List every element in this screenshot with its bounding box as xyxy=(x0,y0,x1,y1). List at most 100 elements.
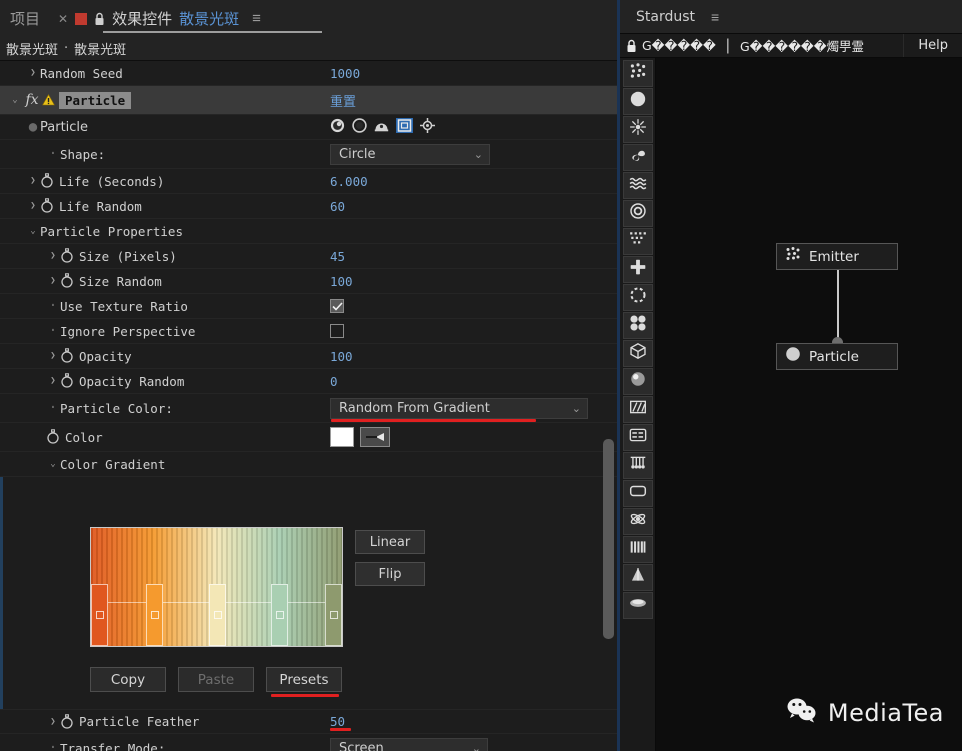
row-particle-color[interactable]: · Particle Color: Random From Gradient ⌄ xyxy=(0,394,620,423)
row-opacity[interactable]: ❯ Opacity 100 xyxy=(0,344,620,369)
target-icon[interactable] xyxy=(420,118,435,136)
value-life-seconds[interactable]: 6.000 xyxy=(330,174,368,189)
particle-type-icons[interactable] xyxy=(330,118,435,136)
disclosure-triangle-right-icon[interactable]: ❯ xyxy=(46,376,60,386)
gradient-stop-handle[interactable] xyxy=(150,611,159,619)
disclosure-triangle-right-icon[interactable]: ❯ xyxy=(46,351,60,361)
value-life-random[interactable]: 60 xyxy=(330,199,345,214)
toolbar-button-panel[interactable] xyxy=(622,424,653,451)
stopwatch-icon[interactable] xyxy=(40,198,56,214)
disclosure-triangle-down-icon[interactable]: ⌄ xyxy=(46,459,60,469)
effect-name-box[interactable]: Particle xyxy=(59,91,132,109)
value-size-random[interactable]: 100 xyxy=(330,274,353,289)
help-button[interactable]: Help xyxy=(903,34,962,57)
row-use-texture-ratio[interactable]: · Use Texture Ratio xyxy=(0,294,620,319)
dome-icon[interactable] xyxy=(374,118,389,136)
disclosure-triangle-right-icon[interactable]: ❯ xyxy=(46,251,60,261)
tab-stardust[interactable]: Stardust xyxy=(636,9,695,25)
hamburger-icon[interactable]: ≡ xyxy=(252,10,261,27)
circle-icon[interactable] xyxy=(352,118,367,136)
toolbar-button-add-plus[interactable] xyxy=(622,256,653,283)
row-color[interactable]: Color xyxy=(0,423,620,452)
row-life-seconds[interactable]: ❯ Life (Seconds) 6.000 xyxy=(0,169,620,194)
paste-button[interactable]: Paste xyxy=(178,667,254,692)
toolbar-button-cone[interactable] xyxy=(622,564,653,591)
node-graph-canvas[interactable]: Emitter Particle MediaTea xyxy=(656,58,962,751)
gradient-stop-0[interactable] xyxy=(91,584,108,646)
toolbar-button-comb[interactable] xyxy=(622,452,653,479)
toolbar-button-rounded-rect[interactable] xyxy=(622,480,653,507)
row-size-pixels[interactable]: ❯ Size (Pixels) 45 xyxy=(0,244,620,269)
gradient-editor[interactable] xyxy=(90,527,343,647)
node-emitter[interactable]: Emitter xyxy=(776,243,898,270)
row-random-seed[interactable]: ❯ Random Seed 1000 xyxy=(0,61,620,86)
presets-button[interactable]: Presets xyxy=(266,667,342,697)
toolbar-button-shaded-sphere[interactable] xyxy=(622,368,653,395)
toolbar-button-four-spheres[interactable] xyxy=(622,312,653,339)
breadcrumb-layer[interactable]: 散景光斑 xyxy=(6,39,58,58)
value-opacity-random[interactable]: 0 xyxy=(330,374,338,389)
tab-project[interactable]: 项目 xyxy=(10,8,58,29)
sphere-icon[interactable] xyxy=(330,118,345,136)
toolbar-button-bars[interactable] xyxy=(622,536,653,563)
stopwatch-icon[interactable] xyxy=(40,173,56,189)
gradient-stop-1[interactable] xyxy=(145,584,163,646)
gradient-stop-handle[interactable] xyxy=(330,611,338,619)
close-icon[interactable]: ✕ xyxy=(58,12,68,26)
value-particle-feather[interactable]: 50 xyxy=(330,714,345,729)
disclosure-triangle-down-icon[interactable]: ⌄ xyxy=(26,226,40,236)
gradient-stop-2[interactable] xyxy=(208,584,226,646)
row-particle-feather[interactable]: ❯ Particle Feather 50 xyxy=(0,709,620,734)
disclosure-triangle-right-icon[interactable]: ❯ xyxy=(46,717,60,727)
lock-icon[interactable] xyxy=(94,12,105,26)
linear-button[interactable]: Linear xyxy=(355,530,425,554)
checkbox-ignore-perspective[interactable] xyxy=(330,324,344,338)
vertical-scrollbar[interactable] xyxy=(603,61,614,751)
tab-effect-controls[interactable]: ✕ 效果控件 散景光斑 ≡ xyxy=(58,8,261,29)
row-ignore-perspective[interactable]: · Ignore Perspective xyxy=(0,319,620,344)
row-life-random[interactable]: ❯ Life Random 60 xyxy=(0,194,620,219)
disclosure-triangle-right-icon[interactable]: ❯ xyxy=(46,276,60,286)
stopwatch-icon[interactable] xyxy=(60,248,76,264)
toolbar-button-capsule[interactable] xyxy=(622,592,653,619)
stopwatch-icon[interactable] xyxy=(60,373,76,389)
value-size-pixels[interactable]: 45 xyxy=(330,249,345,264)
row-transfer-mode[interactable]: · Transfer Mode: Screen ⌄ xyxy=(0,734,620,751)
breadcrumb-comp[interactable]: 散景光斑 xyxy=(74,39,126,58)
stopwatch-icon[interactable] xyxy=(60,348,76,364)
disclosure-triangle-right-icon[interactable]: ❯ xyxy=(26,68,40,78)
row-shape[interactable]: · Shape: Circle ⌄ xyxy=(0,140,620,169)
row-particle-properties[interactable]: ⌄ Particle Properties xyxy=(0,219,620,244)
color-swatch-button[interactable] xyxy=(330,427,354,447)
toolbar-button-turbulence[interactable] xyxy=(622,144,653,171)
shape-dropdown[interactable]: Circle ⌄ xyxy=(330,143,490,165)
row-opacity-random[interactable]: ❯ Opacity Random 0 xyxy=(0,369,620,394)
reset-link[interactable]: 重置 xyxy=(330,91,356,110)
node-particle[interactable]: Particle xyxy=(776,343,898,370)
box-selected-icon[interactable] xyxy=(396,118,413,136)
checkbox-use-texture-ratio[interactable] xyxy=(330,299,344,313)
row-size-random[interactable]: ❯ Size Random 100 xyxy=(0,269,620,294)
scrollbar-thumb[interactable] xyxy=(603,439,614,639)
gradient-stop-3[interactable] xyxy=(271,584,289,646)
toolbar-button-particle-sphere[interactable] xyxy=(622,88,653,115)
flip-button[interactable]: Flip xyxy=(355,562,425,586)
fx-icon[interactable]: fx xyxy=(22,92,42,108)
row-particle-effect-header[interactable]: ⌄ fx Particle 重置 xyxy=(0,86,620,115)
gradient-stop-handle[interactable] xyxy=(213,611,222,619)
copy-button[interactable]: Copy xyxy=(90,667,166,692)
stopwatch-icon[interactable] xyxy=(60,713,76,730)
toolbar-button-stripes-box[interactable] xyxy=(622,396,653,423)
row-particle-group[interactable]: ● Particle xyxy=(0,115,620,140)
toolbar-button-dashed-circle[interactable] xyxy=(622,284,653,311)
stopwatch-icon[interactable] xyxy=(46,429,62,445)
disclosure-triangle-down-icon[interactable]: ⌄ xyxy=(8,95,22,105)
lock-icon[interactable] xyxy=(620,39,642,53)
toolbar-button-field[interactable] xyxy=(622,228,653,255)
eyedropper-icon[interactable] xyxy=(360,427,390,447)
toolbar-button-wave[interactable] xyxy=(622,172,653,199)
gradient-stop-handle[interactable] xyxy=(276,611,285,619)
toolbar-button-emitter-dots[interactable] xyxy=(622,60,653,87)
transfer-mode-dropdown[interactable]: Screen ⌄ xyxy=(330,737,488,751)
value-random-seed[interactable]: 1000 xyxy=(330,66,360,81)
